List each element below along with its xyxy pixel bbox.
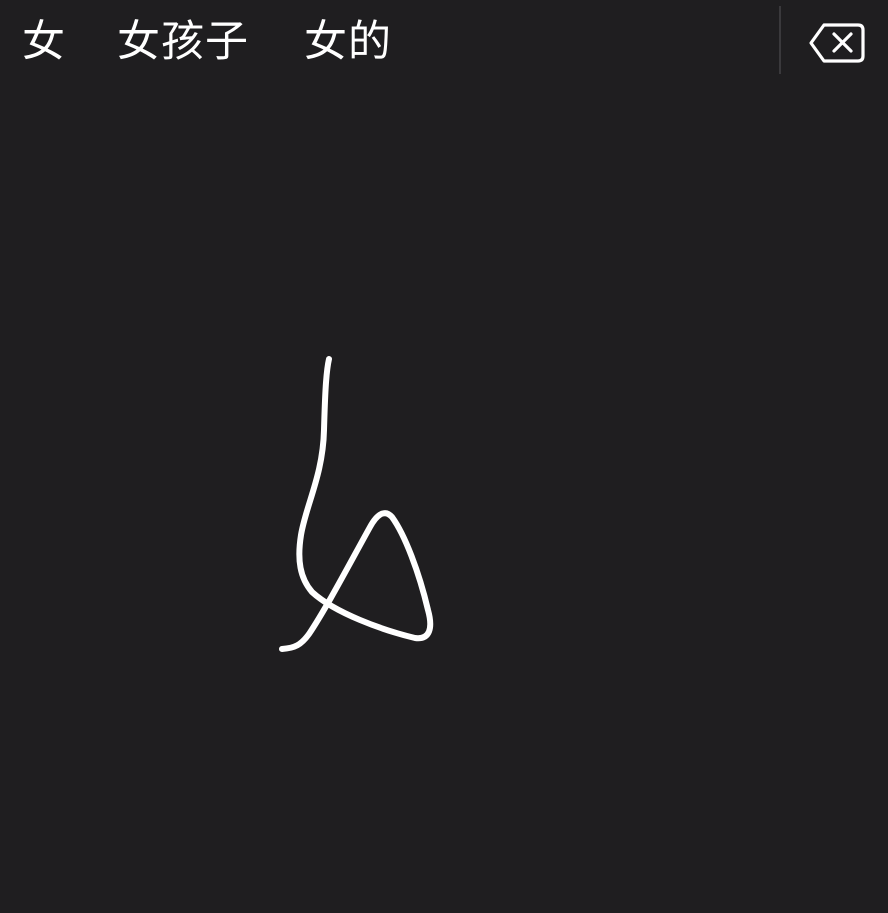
candidate-divider [779,6,781,74]
backspace-icon [809,23,865,63]
handwriting-strokes [279,356,434,652]
candidate-3[interactable]: 女的 [304,12,392,72]
candidate-2[interactable]: 女孩子 [117,12,249,72]
candidate-1[interactable]: 女 [22,12,66,72]
candidate-bar: 女 女孩子 女的 [0,0,888,84]
handwriting-canvas[interactable] [0,84,888,913]
handwriting-keyboard: 女 女孩子 女的 [0,0,888,913]
backspace-button[interactable] [800,14,872,72]
